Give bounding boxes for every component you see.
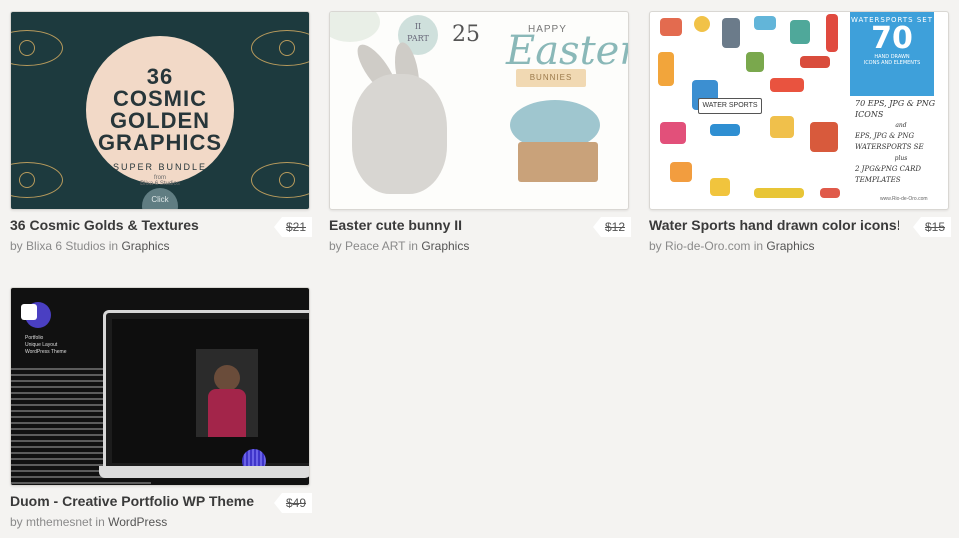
product-thumbnail[interactable]: WATER SPORTS WATERSPORTS SET 70 HAND DRA…	[649, 11, 949, 210]
price-tag: $12	[592, 217, 631, 237]
watercolor-blob	[330, 12, 380, 42]
person-head	[214, 365, 240, 391]
eye-ornament	[251, 30, 309, 66]
board-icon	[754, 188, 804, 198]
float-icon	[820, 188, 840, 198]
portrait-photo	[196, 349, 258, 437]
thumb-text: 70 EPS, JPG & PNG ICONS	[855, 99, 936, 119]
jetski-icon	[770, 78, 804, 92]
product-title[interactable]: Easter cute bunny II	[329, 217, 579, 233]
in-label: in	[408, 239, 418, 253]
mask-icon	[710, 124, 740, 136]
thumb-url: www.Rio-de-Oro.com	[880, 196, 928, 202]
product-thumbnail[interactable]: 36 COSMIC GOLDEN GRAPHICS SUPER BUNDLE f…	[10, 11, 310, 210]
theme-tagline: Portfolio Unique Layout WordPress Theme	[25, 335, 67, 356]
thumb-text: and	[895, 122, 907, 129]
by-label: by	[10, 515, 23, 529]
category-link[interactable]: WordPress	[108, 515, 167, 529]
by-label: by	[329, 239, 342, 253]
price-tag: $49	[273, 493, 312, 513]
laptop-base	[99, 466, 309, 478]
lifejacket-icon	[710, 178, 730, 196]
thumb-text: 70	[871, 21, 913, 56]
vest-icon	[790, 20, 810, 44]
product-byline: by Rio-de-Oro.com in Graphics	[649, 239, 814, 253]
author-link[interactable]: Peace ART	[345, 239, 405, 253]
product-title[interactable]: Duom - Creative Portfolio WP Theme	[10, 493, 260, 509]
parachute-icon	[660, 18, 682, 36]
product-title[interactable]: 36 Cosmic Golds & Textures	[10, 217, 260, 233]
thumb-text: WordPress Theme	[25, 349, 67, 355]
product-thumbnail[interactable]: Portfolio Unique Layout WordPress Theme	[10, 287, 310, 486]
ring-icon	[694, 16, 710, 32]
by-label: by	[10, 239, 23, 253]
thumb-text: ICONS AND ELEMENTS	[863, 60, 921, 66]
feature-list: 70 EPS, JPG & PNG ICONS and EPS, JPG & P…	[855, 98, 947, 186]
thumb-text: Unique Layout	[25, 342, 58, 348]
eye-ornament	[251, 162, 309, 198]
laptop-screen	[112, 319, 309, 473]
in-label: in	[108, 239, 119, 253]
product-title[interactable]: Water Sports hand drawn color icons!	[649, 217, 899, 233]
thumb-text: EPS, JPG & PNG WATERSPORTS SE	[855, 132, 924, 151]
author-link[interactable]: Rio-de-Oro.com	[665, 239, 750, 253]
bunny-illustration	[352, 74, 447, 194]
product-byline: by mthemesnet in WordPress	[10, 515, 167, 529]
promo-banner: WATERSPORTS SET 70 HAND DRAWN ICONS AND …	[850, 12, 934, 96]
bikini-icon	[660, 122, 686, 144]
surfboard-icon	[658, 52, 674, 86]
price-tag: $15	[912, 217, 951, 237]
float-icon	[770, 116, 794, 138]
thumb-text: plus	[894, 155, 908, 162]
thumb-text: 2 JPG&PNG CARD TEMPLATES	[855, 165, 921, 184]
thumb-text: SUPER BUNDLE	[112, 162, 208, 172]
author-link[interactable]: mthemesnet	[26, 515, 92, 529]
thumb-text: COSMIC	[113, 86, 207, 111]
eye-ornament	[11, 162, 63, 198]
in-label: in	[95, 515, 105, 529]
kayak-icon	[800, 56, 830, 68]
goggles-icon	[754, 16, 776, 30]
price-tag: $21	[273, 217, 312, 237]
laptop-mockup	[103, 310, 309, 473]
author-link[interactable]: Blixa 6 Studios	[26, 239, 105, 253]
person-body	[208, 389, 246, 437]
thumb-text: GOLDEN	[109, 108, 211, 133]
eye-ornament	[11, 30, 63, 66]
category-link[interactable]: Graphics	[766, 239, 814, 253]
ribbon-label: BUNNIES	[516, 69, 586, 87]
in-label: in	[753, 239, 764, 253]
thumb-text: Portfolio	[25, 335, 44, 341]
shorts-icon	[746, 52, 764, 72]
product-byline: by Peace ART in Graphics	[329, 239, 469, 253]
boat-icon	[810, 122, 838, 152]
duom-logo	[21, 302, 51, 328]
wetsuit-icon	[722, 18, 740, 48]
thumb-text: GRAPHICS	[97, 130, 223, 155]
product-thumbnail[interactable]: II PART 25 HAPPY Easter BUNNIES	[329, 11, 629, 210]
title-disc: 36 COSMIC GOLDEN GRAPHICS SUPER BUNDLE f…	[86, 36, 234, 187]
sail-icon	[826, 14, 838, 52]
thumb-text: 25	[452, 22, 480, 47]
thumb-text: 36	[146, 64, 174, 89]
thumb-text: Easter	[506, 28, 629, 74]
click-badge[interactable]: Click	[142, 188, 178, 209]
flower-box	[518, 142, 598, 182]
by-label: by	[649, 239, 662, 253]
flipper-icon	[670, 162, 692, 182]
water-sports-label: WATER SPORTS	[698, 98, 762, 114]
category-link[interactable]: Graphics	[421, 239, 469, 253]
product-byline: by Blixa 6 Studios in Graphics	[10, 239, 169, 253]
thumb-text: II	[414, 22, 422, 31]
thumb-text: Blixa 6 Studios	[140, 181, 180, 187]
category-link[interactable]: Graphics	[121, 239, 169, 253]
